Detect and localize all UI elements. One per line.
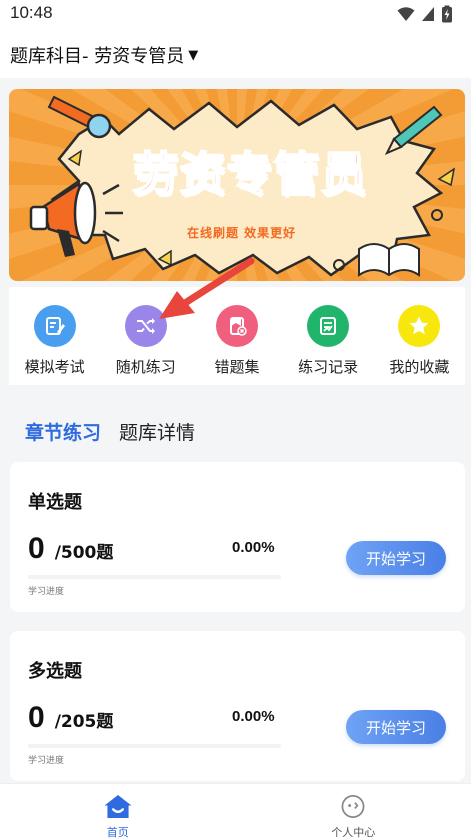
tab-bank-details[interactable]: 题库详情 [119, 418, 195, 445]
exam-icon [33, 305, 76, 347]
progress-percent: 0.00% [232, 539, 275, 556]
card-title: 多选题 [28, 661, 82, 682]
menu-item-favorites[interactable]: 我的收藏 [376, 287, 462, 377]
progress-bar [28, 744, 281, 748]
bottom-nav: 首页 个人中心 [0, 783, 471, 840]
status-icons [397, 5, 453, 23]
menu-label: 模拟考试 [24, 358, 85, 376]
banner-title: 劳资专管员 [132, 146, 368, 202]
magnifier-icon [47, 95, 112, 139]
wifi-icon [397, 7, 415, 21]
progress-bar [28, 575, 281, 579]
book-icon [358, 243, 420, 277]
star-icon [398, 305, 441, 347]
profile-icon [341, 795, 365, 818]
card-count: 0 /500题 [28, 532, 113, 566]
menu-label: 错题集 [214, 358, 260, 376]
subject-selector[interactable]: 题库科目- 劳资专管员 ▼ [10, 42, 198, 68]
nav-label: 个人中心 [331, 826, 376, 839]
nav-item-profile[interactable]: 个人中心 [236, 784, 471, 840]
question-card-multiple: 多选题 0 /205题 0.00% 学习进度 开始学习 [10, 631, 465, 781]
card-count: 0 /205题 [28, 701, 113, 735]
total-count: /205题 [54, 712, 114, 732]
signal-icon [422, 7, 434, 21]
menu-item-mock-exam[interactable]: 模拟考试 [12, 287, 98, 377]
annotation-arrow-icon [159, 257, 255, 319]
home-icon [104, 794, 132, 819]
menu-item-practice-record[interactable]: 练习记录 [285, 287, 371, 377]
nav-item-home[interactable]: 首页 [0, 784, 236, 840]
progress-label: 学习进度 [28, 756, 65, 766]
top-bar: 题库科目- 劳资专管员 ▼ [0, 30, 471, 78]
question-card-single: 单选题 0 /500题 0.00% 学习进度 开始学习 [10, 462, 465, 612]
subject-label: 题库科目- 劳资专管员 [10, 46, 185, 67]
done-count: 0 [28, 701, 45, 734]
start-study-button[interactable]: 开始学习 [346, 541, 446, 575]
card-title: 单选题 [28, 492, 82, 513]
menu-label: 练习记录 [298, 358, 359, 376]
practice-tabs: 章节练习 题库详情 [25, 418, 195, 445]
tab-chapter-practice[interactable]: 章节练习 [25, 418, 101, 445]
progress-label: 学习进度 [28, 587, 65, 597]
total-count: /500题 [54, 543, 114, 563]
banner-slogan: 在线刷题 效果更好 [187, 226, 297, 240]
status-bar: 10:48 [0, 0, 471, 30]
progress-percent: 0.00% [232, 708, 275, 725]
record-icon [307, 305, 350, 347]
caret-down-icon: ▼ [188, 47, 199, 63]
battery-icon [442, 5, 452, 23]
done-count: 0 [28, 532, 45, 565]
status-time: 10:48 [10, 3, 53, 22]
menu-label: 随机练习 [115, 358, 176, 376]
start-study-button[interactable]: 开始学习 [346, 710, 446, 744]
nav-label: 首页 [106, 826, 129, 839]
menu-label: 我的收藏 [389, 358, 450, 376]
